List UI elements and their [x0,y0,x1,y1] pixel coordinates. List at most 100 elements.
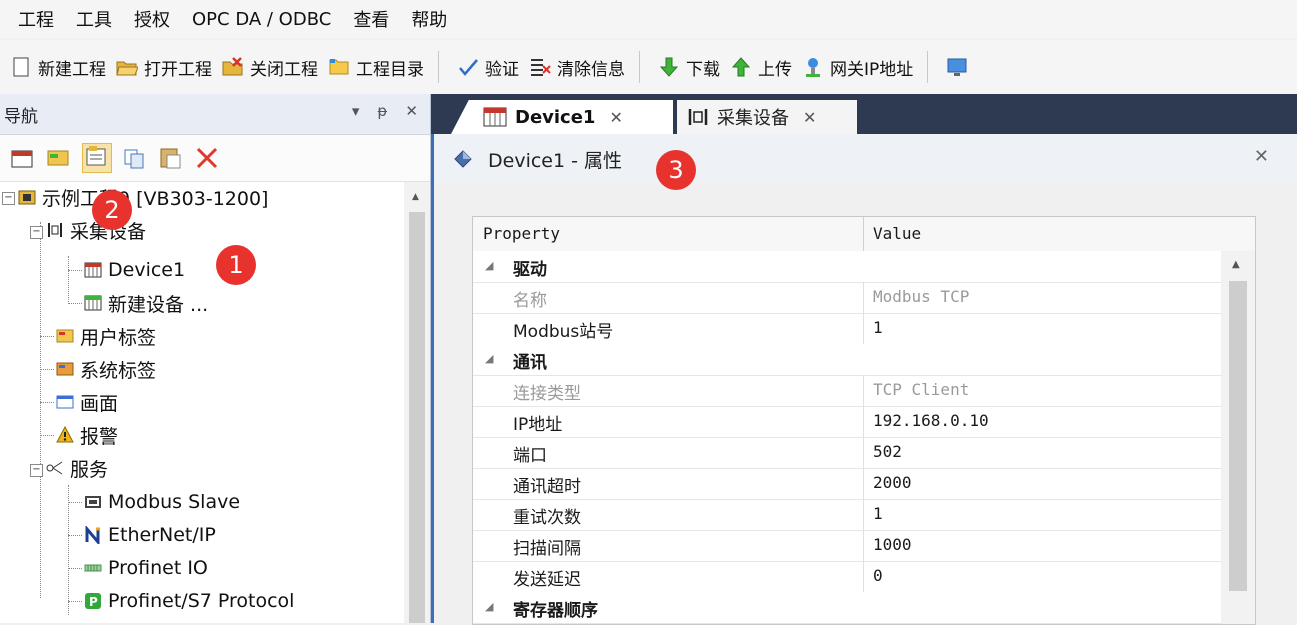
property-row-ip[interactable]: IP地址 192.168.0.10 [473,406,1221,438]
tree-item-root[interactable]: 示例工程9 [VB303-1200] [18,182,268,212]
modbus-icon [84,493,102,511]
property-row-name[interactable]: 名称 Modbus TCP [473,282,1221,314]
collapse-toggle[interactable]: − [30,464,43,477]
category-comm[interactable]: ◢ 通讯 [473,344,1221,376]
collapse-triangle-icon[interactable]: ◢ [485,259,493,272]
property-row-connection-type[interactable]: 连接类型 TCP Client [473,375,1221,407]
collapse-triangle-icon[interactable]: ◢ [485,352,493,365]
tree-connector [68,535,82,536]
pin-icon[interactable]: ᵽ [377,102,387,120]
project-dir-button[interactable]: 工程目录 [328,55,424,80]
scroll-thumb[interactable] [1229,281,1247,591]
copy-icon[interactable] [122,145,148,171]
scroll-thumb[interactable] [409,212,425,623]
new-device-icon [84,294,102,312]
cell-divider [863,468,864,499]
tree-item-device1[interactable]: Device1 [84,255,185,285]
tab-collect-devices[interactable]: 采集设备 ✕ [677,100,857,134]
tree-item-alarm[interactable]: 报警 [56,420,118,450]
tree-item-profinet-s7[interactable]: P Profinet/S7 Protocol [84,586,294,616]
scroll-up-icon[interactable]: ▲ [1232,259,1240,270]
download-button[interactable]: 下载 [658,55,720,80]
property-row-scan-interval[interactable]: 扫描间隔 1000 [473,530,1221,562]
scroll-up-icon[interactable]: ▲ [412,192,419,202]
close-icon[interactable]: ✕ [1254,146,1269,167]
tree-item-ethernet-ip[interactable]: EtherNet/IP [84,520,216,550]
grid-scrollbar[interactable]: ▲ [1221,251,1255,624]
menu-tools[interactable]: 工具 [76,6,112,32]
tree-scrollbar[interactable]: ▲ [404,182,430,623]
close-project-button[interactable]: 关闭工程 [222,55,318,80]
tab-close-icon[interactable]: ✕ [803,108,816,127]
property-row-retry[interactable]: 重试次数 1 [473,499,1221,531]
close-icon[interactable]: ✕ [405,102,418,120]
upload-label: 上传 [758,59,792,80]
category-driver[interactable]: ◢ 驱动 [473,251,1221,283]
arrow-up-icon [730,56,752,78]
property-row-send-delay[interactable]: 发送延迟 0 [473,561,1221,593]
gateway-ip-button[interactable]: 网关IP地址 [802,55,913,80]
menu-opc-odbc[interactable]: OPC DA / ODBC [192,9,331,30]
dropdown-icon[interactable]: ▾ [352,102,360,120]
column-divider[interactable] [863,217,864,251]
toolbar-separator [639,51,640,83]
properties-icon[interactable] [82,143,112,173]
project-icon [18,188,36,206]
tab-close-icon[interactable]: ✕ [609,108,622,127]
property-row-port[interactable]: 端口 502 [473,437,1221,469]
close-project-label: 关闭工程 [250,59,318,80]
delete-icon[interactable] [194,145,220,171]
menu-help[interactable]: 帮助 [411,6,447,32]
tree-item-screens[interactable]: 画面 [56,387,118,417]
menu-project[interactable]: 工程 [18,6,54,32]
property-value[interactable]: 192.168.0.10 [873,411,989,430]
profinet-io-icon [84,559,102,577]
tree-label: 用户标签 [80,326,157,349]
property-row-timeout[interactable]: 通讯超时 2000 [473,468,1221,500]
gateway-ip-label: 网关IP地址 [830,59,914,80]
tree-item-service[interactable]: 服务 [46,453,108,483]
tree-item-user-tags[interactable]: 用户标签 [56,321,156,351]
property-value[interactable]: 2000 [873,473,912,492]
property-value[interactable]: 1 [873,504,883,523]
tab-device1[interactable]: Device1 ✕ [451,100,673,134]
close-folder-icon [222,56,244,78]
checkmark-icon [457,56,479,78]
column-header-property[interactable]: Property [483,224,560,243]
menu-view[interactable]: 查看 [353,6,389,32]
collapse-toggle[interactable]: − [2,192,15,205]
add-device-icon[interactable] [10,145,36,171]
open-folder-icon [116,56,139,78]
monitor-button[interactable] [946,56,974,78]
column-header-value[interactable]: Value [873,224,921,243]
tree-item-profinet-io[interactable]: Profinet IO [84,553,208,583]
collapse-triangle-icon[interactable]: ◢ [485,600,493,613]
property-key: 发送延迟 [513,570,581,590]
collapse-toggle[interactable]: − [30,226,43,239]
cell-divider [863,499,864,530]
property-row-station[interactable]: Modbus站号 1 [473,313,1221,345]
tree-item-system-tags[interactable]: 系统标签 [56,354,156,384]
device-icon [483,107,507,127]
tree-item-new-device[interactable]: 新建设备 ... [84,288,208,318]
tree-item-modbus-slave[interactable]: Modbus Slave [84,487,240,517]
tree-label: Profinet/S7 Protocol [108,590,295,612]
property-value[interactable]: 1 [873,318,883,337]
property-value[interactable]: 502 [873,442,902,461]
clear-info-button[interactable]: 清除信息 [529,55,625,80]
add-tag-icon[interactable] [46,145,72,171]
category-label: 通讯 [513,353,547,373]
warning-icon [56,425,74,444]
new-project-button[interactable]: 新建工程 [10,55,106,80]
property-value[interactable]: 0 [873,566,883,585]
tree-connector [68,485,69,615]
menu-license[interactable]: 授权 [134,6,170,32]
upload-button[interactable]: 上传 [730,55,792,80]
verify-button[interactable]: 验证 [457,55,519,80]
device-group-icon [46,221,64,239]
property-value[interactable]: 1000 [873,535,912,554]
category-register-order[interactable]: ◢ 寄存器顺序 [473,592,1221,624]
tree-connector [68,256,69,304]
open-project-button[interactable]: 打开工程 [116,55,212,80]
paste-icon[interactable] [158,145,184,171]
